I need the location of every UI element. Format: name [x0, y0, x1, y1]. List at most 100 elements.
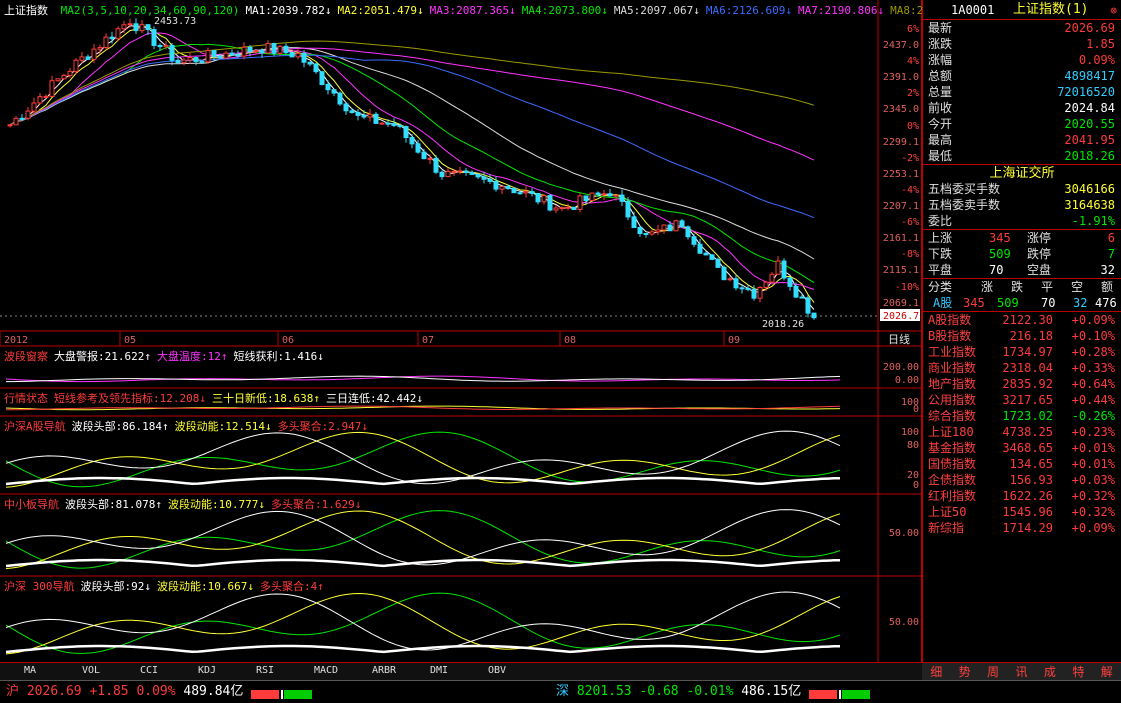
candle-body — [463, 170, 469, 174]
indicator-value: 大盘温度:12↑ — [156, 350, 228, 363]
candle-body — [499, 185, 505, 190]
candle-body — [565, 206, 571, 209]
candle-body — [649, 231, 655, 235]
indicator-tab-bar: MA VOL CCI KDJ RSI MACD ARBR DMI OBV — [0, 662, 922, 680]
candle-body — [793, 285, 799, 298]
quote-tab[interactable]: 成 — [1044, 663, 1056, 680]
axis-label: 2115.1 — [882, 265, 919, 277]
candle-body — [367, 113, 373, 118]
quote-row: 总额 4898417 — [928, 69, 1115, 83]
summary-row[interactable]: A股 345 509 70 32 476 — [923, 295, 1121, 311]
indicator-tab-dmi[interactable]: DMI — [430, 665, 448, 676]
index-row[interactable]: 公用指数 3217.65 +0.44% — [923, 392, 1121, 408]
indicator-tab-macd[interactable]: MACD — [314, 665, 338, 676]
candle-body — [211, 50, 217, 57]
indicator-panel-title: 沪深 300导航 — [4, 580, 75, 593]
candle-body — [469, 172, 475, 175]
date-label: 07 — [422, 335, 434, 346]
candle-body — [133, 23, 139, 32]
quote-row: 最新 2026.69 — [928, 21, 1115, 35]
candle-body — [49, 80, 55, 97]
quote-tab[interactable]: 特 — [1072, 663, 1084, 680]
quote-row: 涨跌 1.85 — [928, 37, 1115, 51]
quote-tab[interactable]: 势 — [959, 663, 971, 680]
candle-body — [289, 52, 295, 58]
chart-area[interactable]: 2012 05 06 07 08 09 日线 2453.73 2018.26 2026.7 上证指… — [0, 0, 963, 662]
candle-body — [763, 281, 769, 289]
quote-panel: 1A0001 上证指数(1) ⊗ 最新 2026.69 涨跌 1.85 涨幅 0.09% 总… — [922, 0, 1121, 680]
indicator-tab-cci[interactable]: CCI — [140, 665, 158, 676]
candle-body — [505, 185, 511, 189]
index-row[interactable]: B股指数 216.18 +0.10% — [923, 328, 1121, 344]
index-row[interactable]: 企债指数 156.93 +0.03% — [923, 472, 1121, 488]
candle-body — [385, 122, 391, 125]
order-row: 五档委买手数 3046166 — [928, 182, 1115, 196]
candle-body — [589, 192, 595, 201]
indicator-value: 三十日新低:18.638↑ — [211, 392, 320, 405]
candle-body — [691, 236, 697, 245]
candle-body — [727, 278, 733, 281]
candle-body — [181, 59, 187, 64]
quote-tab[interactable]: 细 — [930, 663, 942, 680]
chart-canvas[interactable]: 2012 05 06 07 08 09 日线2453.732018.262026.7 — [0, 0, 922, 662]
ma-legend-item: MA2:2051.479↓ — [337, 4, 424, 17]
candle-body — [709, 254, 715, 260]
indicator-tab-ma[interactable]: MA — [24, 665, 36, 676]
candle-body — [769, 273, 775, 283]
indicator-value: 波段动能:10.777↓ — [167, 498, 265, 511]
index-row[interactable]: 基金指数 3468.65 +0.01% — [923, 440, 1121, 456]
index-row[interactable]: 地产指数 2835.92 +0.64% — [923, 376, 1121, 392]
ma-legend-item: MA3:2087.365↓ — [429, 4, 516, 17]
index-row[interactable]: 新综指 1714.29 +0.09% — [923, 520, 1121, 536]
date-label: 2012 — [4, 335, 28, 346]
index-row[interactable]: 综合指数 1723.02 -0.26% — [923, 408, 1121, 424]
index-row[interactable]: 上证180 4738.25 +0.23% — [923, 424, 1121, 440]
index-row[interactable]: 工业指数 1734.97 +0.28% — [923, 344, 1121, 360]
sz-status[interactable]: 深 8201.53 -0.68 -0.01% 486.15亿 — [556, 681, 871, 703]
quote-tab[interactable]: 解 — [1101, 663, 1113, 680]
axis-label: 0% — [906, 120, 919, 132]
close-icon[interactable]: ⊗ — [1110, 1, 1117, 21]
candle-body — [523, 191, 529, 194]
indicator-panel-title: 波段窗察 — [4, 350, 48, 363]
energy-line — [5, 644, 841, 654]
index-row[interactable]: A股指数 2122.30 +0.09% — [923, 312, 1121, 328]
index-row[interactable]: 商业指数 2318.04 +0.33% — [923, 360, 1121, 376]
indicator-tab-vol[interactable]: VOL — [82, 665, 100, 676]
candle-body — [415, 143, 421, 153]
quote-tab[interactable]: 讯 — [1015, 663, 1027, 680]
quote-tab[interactable]: 周 — [987, 663, 999, 680]
candle-body — [103, 36, 109, 49]
index-row[interactable]: 上证50 1545.96 +0.32% — [923, 504, 1121, 520]
candle-body — [391, 123, 397, 126]
candle-body — [481, 176, 487, 180]
index-row[interactable]: 红利指数 1622.26 +0.32% — [923, 488, 1121, 504]
breadth-row: 下跌 509 跌停 7 — [928, 247, 1115, 261]
indicator-tab-obv[interactable]: OBV — [488, 665, 506, 676]
breadth-row: 上涨 345 涨停 6 — [928, 231, 1115, 245]
sh-status[interactable]: 沪 2026.69 +1.85 0.09% 489.84亿 — [6, 681, 313, 703]
candle-body — [427, 157, 433, 160]
quote-row: 今开 2020.55 — [928, 117, 1115, 131]
axis-label: 50.00 — [888, 528, 919, 539]
axis-label: 2437.0 — [882, 40, 919, 51]
indicator-tab-arbr[interactable]: ARBR — [372, 665, 396, 676]
axis-label: 80 — [906, 440, 919, 451]
candle-body — [79, 56, 85, 61]
candle-body — [403, 126, 409, 139]
candle-body — [685, 226, 691, 238]
indicator-value: 波段头部:81.078↑ — [65, 498, 162, 511]
summary-header: 分类涨跌平空额 — [928, 280, 1114, 294]
quote-row: 涨幅 0.09% — [928, 53, 1115, 67]
candle-body — [145, 24, 151, 31]
indicator-value: 多头聚合:2.947↓ — [277, 420, 368, 433]
candle-body — [511, 187, 517, 194]
candle-body — [223, 52, 229, 59]
axis-label: -8% — [900, 249, 919, 261]
indicator-tab-rsi[interactable]: RSI — [256, 665, 274, 676]
indicator-tab-kdj[interactable]: KDJ — [198, 665, 216, 676]
axis-label: 6% — [906, 24, 919, 35]
index-row[interactable]: 国债指数 134.65 +0.01% — [923, 456, 1121, 472]
indicator-value: 大盘警报:21.622↑ — [54, 350, 151, 363]
ma-legend-item: MA7:2190.806↓ — [798, 4, 885, 17]
